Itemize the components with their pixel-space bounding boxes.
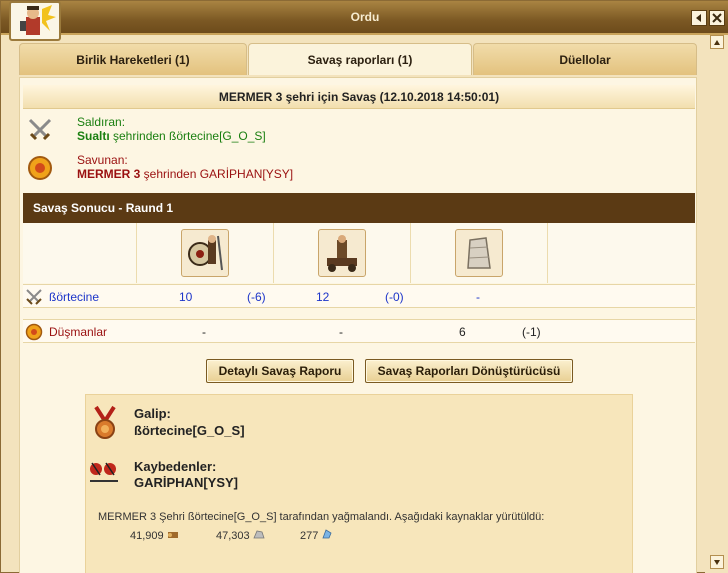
enemy-unit1-count: - (202, 325, 206, 339)
crossed-swords-icon (26, 289, 42, 305)
resource-marble: 47,303 (216, 529, 265, 542)
tab-bar: Birlik Hareketleri (1) Savaş raporları (… (19, 43, 697, 75)
wall-unit[interactable] (455, 229, 503, 277)
battle-grid: ßörtecine 10 (-6) 12 (-0) - Düşmanlar - … (23, 223, 695, 345)
unit2-loss: (-0) (385, 290, 404, 304)
warrior-avatar-icon (20, 5, 56, 35)
marble-value: 47,303 (216, 530, 250, 542)
wood-icon (167, 532, 178, 538)
shield-icon (28, 156, 52, 180)
defender-city[interactable]: MERMER 3 (77, 167, 140, 181)
unit1-loss: (-6) (247, 290, 266, 304)
unit-column-3 (411, 223, 548, 283)
hoplite-icon (188, 235, 223, 271)
attacker-label: Saldıran: (77, 115, 126, 129)
defender-unit-row: Düşmanlar - - 6 (-1) (23, 319, 695, 343)
army-window: Ordu Birlik Hareketleri (1) Savaş raporl… (0, 0, 728, 573)
back-arrow-icon (696, 14, 701, 22)
defender-line: MERMER 3 şehrinden GARİPHAN[YSY] (77, 167, 293, 181)
enemy-unit3-loss: (-1) (522, 325, 541, 339)
winner-name[interactable]: ßörtecine[G_O_S] (134, 423, 245, 438)
defender-label: Savunan: (77, 153, 128, 167)
enemy-unit2-count: - (339, 325, 343, 339)
siege-engine-icon (327, 235, 357, 272)
shield-icon (25, 323, 43, 341)
close-icon (712, 13, 722, 23)
unit1-count: 10 (179, 290, 193, 304)
attacker-unit-row: ßörtecine 10 (-6) 12 (-0) - (23, 284, 695, 308)
grid-empty-column (548, 223, 695, 283)
defender-player[interactable]: şehrinden GARİPHAN[YSY] (140, 167, 293, 181)
avatar (9, 1, 61, 41)
crystal-icon (322, 529, 332, 539)
title-bar[interactable]: Ordu (1, 1, 728, 35)
tab-duels[interactable]: Düellolar (473, 43, 697, 75)
catapult-unit[interactable] (318, 229, 366, 277)
attacker-row: Saldıran: Sualtı şehrinden ßörtecine[G_O… (23, 113, 695, 149)
hoplite-unit[interactable] (181, 229, 229, 277)
battle-summary: Galip: ßörtecine[G_O_S] Kaybedenler: GAR… (85, 394, 633, 573)
marble-icon (253, 530, 265, 539)
unit-column-2 (274, 223, 411, 283)
report-converter-button[interactable]: Savaş Raporları Dönüştürücüsü (365, 359, 573, 383)
attacker-player[interactable]: şehrinden ßörtecine[G_O_S] (110, 129, 266, 143)
scroll-up-icon (714, 40, 720, 45)
scroll-down-icon (714, 560, 720, 565)
attacker-unit-row-name[interactable]: ßörtecine (49, 290, 99, 304)
resource-wood: 41,909 (130, 529, 179, 542)
crossed-swords-icon (28, 118, 52, 141)
scroll-up-button[interactable] (710, 35, 724, 49)
unit3-count: - (476, 290, 480, 304)
defender-unit-row-name: Düşmanlar (49, 325, 108, 339)
defender-row: Savunan: MERMER 3 şehrinden GARİPHAN[YSY… (23, 151, 695, 187)
resource-crystal: 277 (300, 529, 333, 542)
wood-value: 41,909 (130, 530, 164, 542)
back-button[interactable] (691, 10, 707, 26)
close-button[interactable] (709, 10, 725, 26)
battle-result-bar: Savaş Sonucu - Raund 1 (23, 193, 695, 223)
wall-icon (467, 237, 491, 269)
plunder-text: MERMER 3 Şehri ßörtecine[G_O_S] tarafınd… (98, 511, 545, 523)
enemy-unit3-count: 6 (459, 325, 466, 339)
tab-battle-reports[interactable]: Savaş raporları (1) (248, 43, 472, 75)
window-title: Ordu (350, 10, 380, 24)
attacker-city[interactable]: Sualtı (77, 129, 110, 143)
losers-name[interactable]: GARİPHAN[YSY] (134, 475, 238, 490)
losers-label: Kaybedenler: (134, 459, 217, 474)
grid-corner (23, 223, 137, 283)
fallen-soldiers-icon (90, 462, 118, 482)
detailed-report-button[interactable]: Detaylı Savaş Raporu (206, 359, 354, 383)
winner-label: Galip: (134, 406, 171, 421)
attacker-line: Sualtı şehrinden ßörtecine[G_O_S] (77, 129, 266, 143)
crystal-value: 277 (300, 530, 319, 542)
scroll-down-button[interactable] (710, 555, 724, 569)
scrollbar[interactable] (705, 35, 728, 573)
battle-heading: MERMER 3 şehri için Savaş (12.10.2018 14… (23, 85, 695, 109)
unit2-count: 12 (316, 290, 330, 304)
tab-troop-movements[interactable]: Birlik Hareketleri (1) (19, 43, 247, 75)
unit-column-1 (137, 223, 274, 283)
medal-icon (94, 405, 116, 439)
